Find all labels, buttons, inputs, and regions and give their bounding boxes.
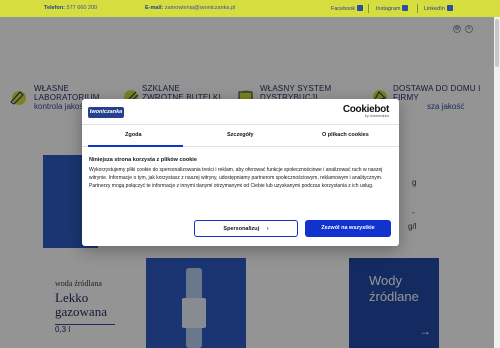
instagram-label: Instagram bbox=[376, 6, 401, 12]
cookie-consent-dialog: Iwoniczanka Cookiebot by Usercentrics Zg… bbox=[82, 99, 399, 246]
instagram-icon bbox=[402, 5, 409, 11]
tab-consent[interactable]: Zgoda bbox=[125, 132, 142, 138]
facebook-link[interactable]: Facebook bbox=[331, 5, 364, 12]
active-tab-indicator bbox=[88, 145, 183, 147]
dialog-text: Wykorzystujemy pliki cookie do spersonal… bbox=[89, 167, 383, 190]
allow-all-button[interactable]: Zezwól na wszystkie bbox=[305, 220, 391, 237]
email-info[interactable]: E-mail: zamowienia@iwoniczanka.pl bbox=[145, 5, 235, 11]
facebook-icon bbox=[357, 5, 364, 11]
scrollbar-thumb[interactable] bbox=[495, 19, 499, 67]
tab-details[interactable]: Szczegóły bbox=[227, 132, 254, 138]
divider bbox=[417, 4, 418, 13]
dialog-title: Niniejsza strona korzysta z plików cooki… bbox=[89, 157, 197, 163]
personalize-label: Spersonalizuj bbox=[223, 226, 260, 232]
dialog-body: Niniejsza strona korzysta z plików cooki… bbox=[89, 157, 389, 191]
cookiebot-logo[interactable]: Cookiebot by Usercentrics bbox=[343, 104, 389, 118]
email-label: E-mail: bbox=[145, 5, 164, 11]
email-value[interactable]: zamowienia@iwoniczanka.pl bbox=[165, 5, 235, 11]
divider bbox=[368, 4, 369, 13]
scrollbar[interactable] bbox=[494, 17, 500, 348]
top-bar: Telefon: 577 660 200 E-mail: zamowienia@… bbox=[0, 0, 500, 17]
phone-value[interactable]: 577 660 200 bbox=[67, 5, 98, 11]
dialog-tabs: Zgoda Szczegóły O plikach cookies bbox=[82, 125, 399, 147]
instagram-link[interactable]: Instagram bbox=[376, 5, 409, 12]
linkedin-icon bbox=[446, 5, 453, 11]
linkedin-label: LinkedIn bbox=[424, 6, 445, 12]
phone-info[interactable]: Telefon: 577 660 200 bbox=[44, 5, 97, 11]
brand-logo: Iwoniczanka bbox=[88, 107, 124, 118]
personalize-button[interactable]: Spersonalizuj › bbox=[194, 220, 298, 237]
dialog-header: Iwoniczanka Cookiebot by Usercentrics bbox=[82, 99, 399, 125]
linkedin-link[interactable]: LinkedIn bbox=[424, 5, 453, 12]
facebook-label: Facebook bbox=[331, 6, 356, 12]
phone-label: Telefon: bbox=[44, 5, 65, 11]
chevron-right-icon: › bbox=[266, 226, 269, 232]
tab-about-cookies[interactable]: O plikach cookies bbox=[322, 132, 369, 138]
